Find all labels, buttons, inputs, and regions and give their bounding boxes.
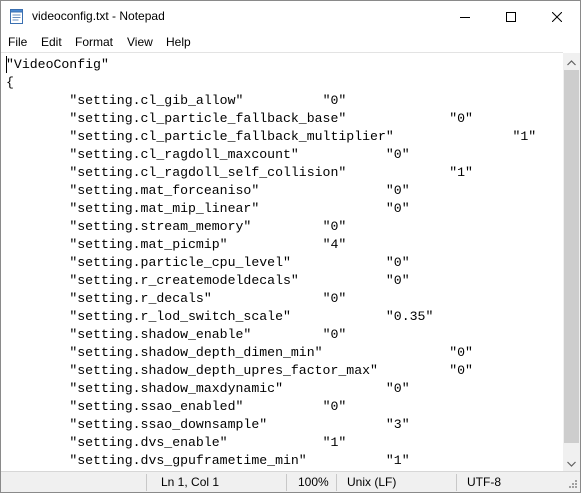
- editor-line: "setting.shadow_depth_upres_factor_max" …: [6, 363, 473, 378]
- editor-line: "setting.cl_ragdoll_maxcount" "0": [6, 147, 410, 162]
- editor-line: "setting.r_lod_switch_scale" "0.35": [6, 309, 434, 324]
- menu-edit[interactable]: Edit: [41, 35, 62, 49]
- editor-line: "setting.r_decals" "0": [6, 291, 347, 306]
- editor-line: "setting.cl_particle_fallback_base" "0": [6, 111, 473, 126]
- scroll-up-button[interactable]: [563, 53, 580, 70]
- status-divider: [286, 474, 287, 491]
- menu-format[interactable]: Format: [75, 35, 113, 49]
- editor-line: "setting.shadow_depth_dimen_min" "0": [6, 345, 473, 360]
- line-ending: Unix (LF): [347, 475, 397, 489]
- editor-line: "setting.r_createmodeldecals" "0": [6, 273, 410, 288]
- text-caret: [6, 56, 7, 73]
- editor-line: "setting.shadow_maxdynamic" "0": [6, 381, 410, 396]
- maximize-button[interactable]: [488, 1, 534, 32]
- close-button[interactable]: [534, 1, 580, 32]
- status-divider: [336, 474, 337, 491]
- status-divider: [146, 474, 147, 491]
- close-icon: [552, 11, 562, 22]
- editor-line: "setting.particle_cpu_level" "0": [6, 255, 410, 270]
- title-bar[interactable]: videoconfig.txt - Notepad: [1, 1, 580, 32]
- scroll-down-button[interactable]: [563, 454, 580, 471]
- editor-line: "setting.ssao_downsample" "3": [6, 417, 410, 432]
- text-editor[interactable]: "VideoConfig" { "setting.cl_gib_allow" "…: [1, 52, 563, 472]
- minimize-icon: [460, 12, 470, 22]
- editor-line: "setting.stream_memory" "0": [6, 219, 347, 234]
- editor-line: "setting.cl_gib_allow" "0": [6, 93, 347, 108]
- menu-help[interactable]: Help: [166, 35, 191, 49]
- editor-line: "setting.mat_mip_linear" "0": [6, 201, 410, 216]
- editor-line: "setting.shadow_enable" "0": [6, 327, 347, 342]
- editor-line: "setting.mat_picmip" "4": [6, 237, 347, 252]
- minimize-button[interactable]: [442, 1, 488, 32]
- encoding: UTF-8: [467, 475, 501, 489]
- editor-content[interactable]: "VideoConfig" { "setting.cl_gib_allow" "…: [6, 56, 536, 470]
- editor-line: "VideoConfig": [6, 57, 109, 72]
- scroll-down-arrow-icon: [567, 454, 576, 472]
- menu-bar: File Edit Format View Help: [1, 32, 580, 52]
- menu-view[interactable]: View: [127, 35, 153, 49]
- notepad-window: videoconfig.txt - Notepad File Edit Form…: [0, 0, 581, 493]
- scroll-thumb[interactable]: [564, 70, 579, 443]
- vertical-scrollbar[interactable]: [563, 53, 580, 471]
- cursor-position: Ln 1, Col 1: [161, 475, 220, 489]
- editor-line: "setting.ssao_enabled" "0": [6, 399, 347, 414]
- window-title: videoconfig.txt - Notepad: [32, 9, 165, 23]
- editor-line: "setting.mat_forceaniso" "0": [6, 183, 410, 198]
- editor-line: "setting.cl_ragdoll_self_collision" "1": [6, 165, 473, 180]
- zoom-level: 100%: [298, 475, 329, 489]
- scroll-up-arrow-icon: [567, 53, 576, 71]
- menu-file[interactable]: File: [8, 35, 27, 49]
- editor-line: {: [6, 75, 14, 90]
- maximize-icon: [506, 11, 516, 22]
- status-divider: [456, 474, 457, 491]
- resize-grip-icon[interactable]: [566, 479, 578, 491]
- editor-line: "setting.dvs_enable" "1": [6, 435, 347, 450]
- editor-line: "setting.cl_particle_fallback_multiplier…: [6, 129, 537, 144]
- notepad-icon: [10, 9, 23, 24]
- editor-line: "setting.dvs_gpuframetime_min" "1": [6, 453, 410, 468]
- status-bar: Ln 1, Col 1 100% Unix (LF) UTF-8: [1, 471, 580, 492]
